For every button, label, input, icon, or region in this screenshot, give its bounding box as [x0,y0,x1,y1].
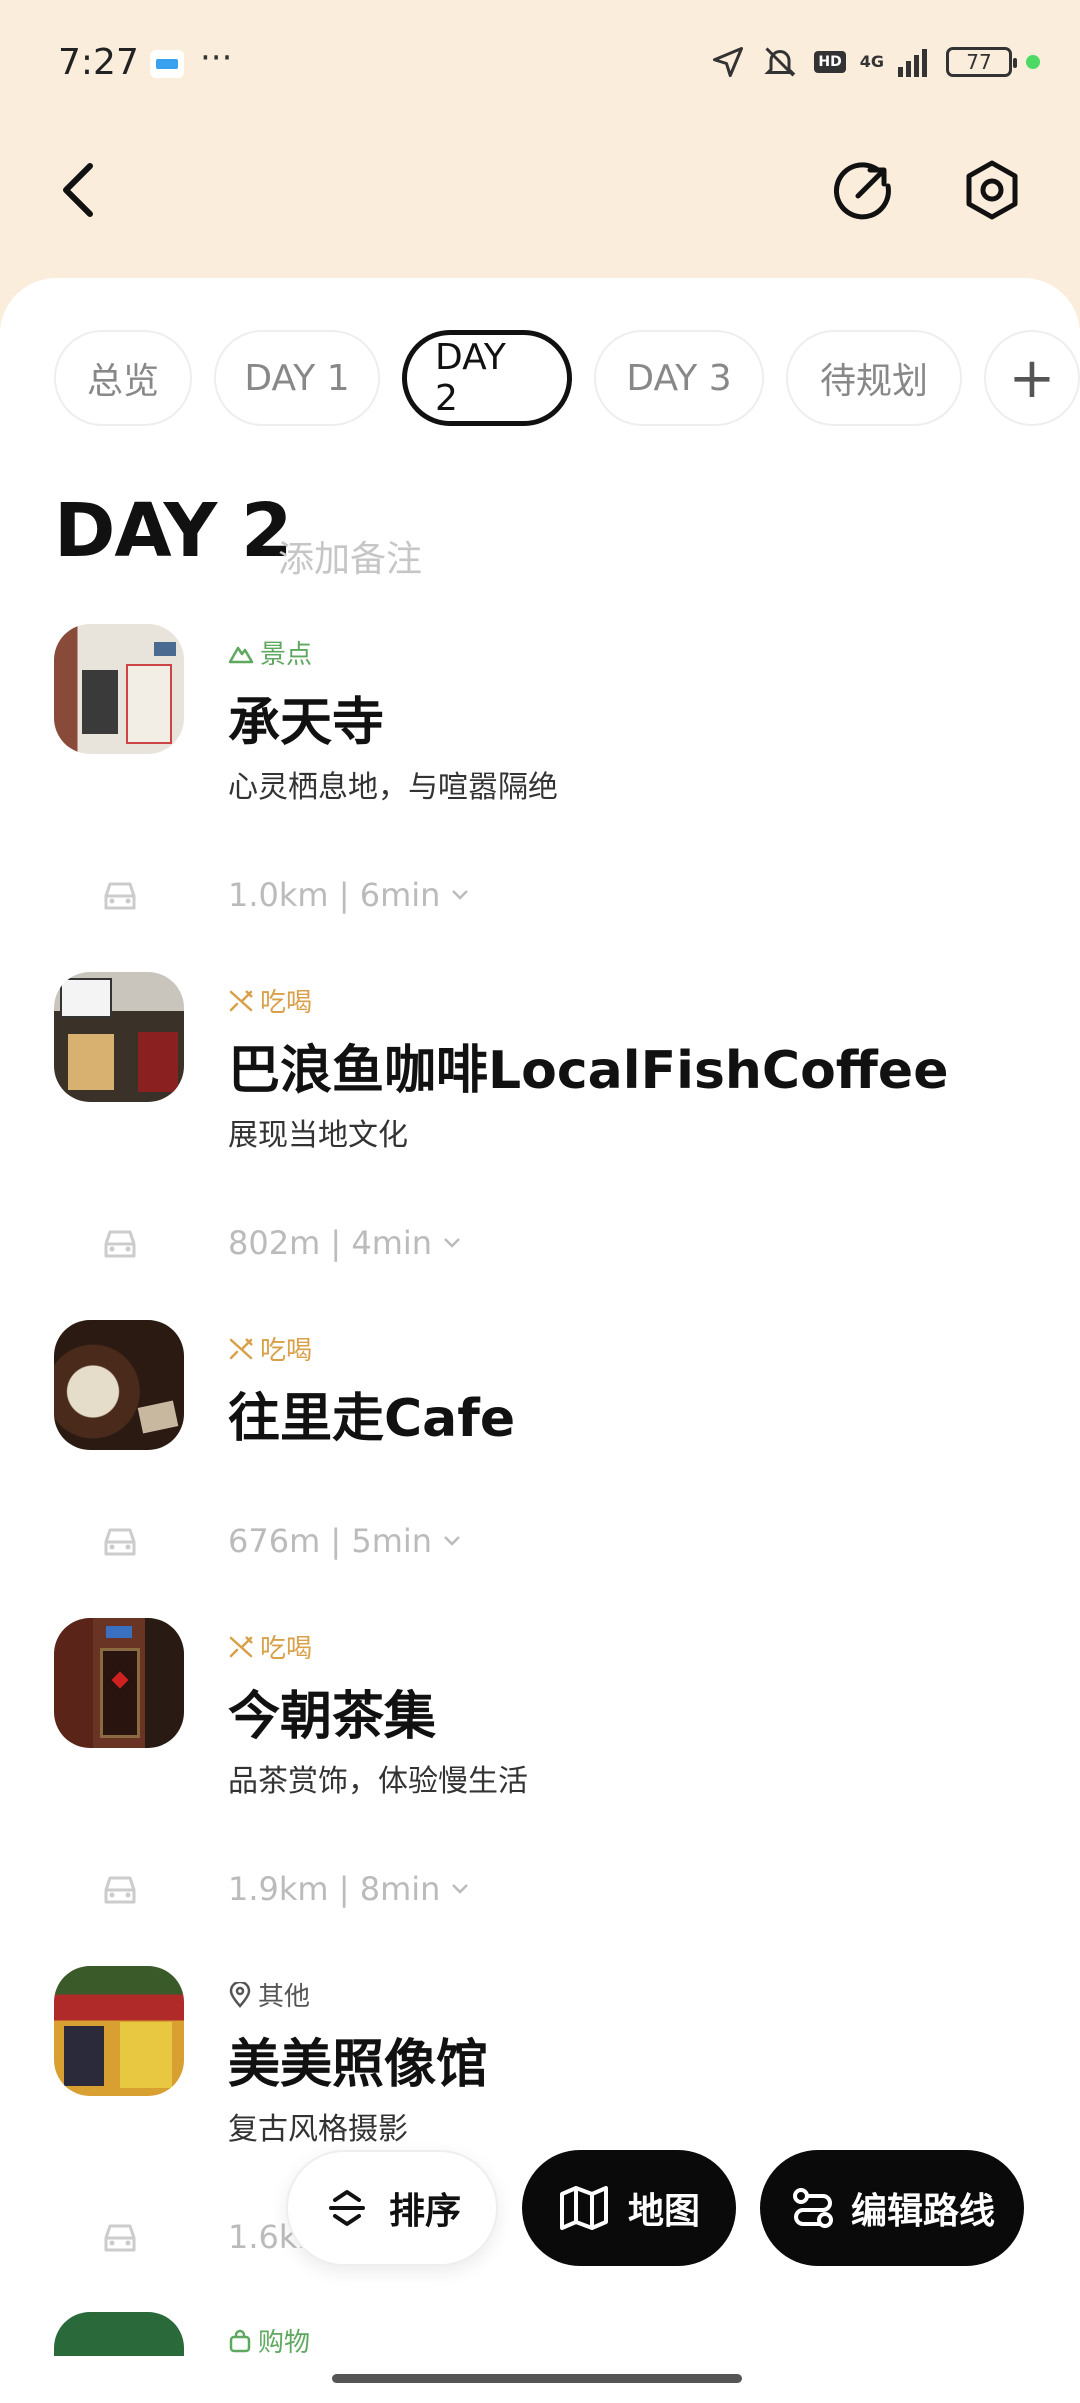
route-segment[interactable]: 1.0km | 6min [0,872,1080,922]
tab-day-1[interactable]: DAY 1 [214,330,380,426]
car-icon [104,1230,136,1258]
place-photo [54,1320,184,1450]
car-icon [104,882,136,910]
network-type: 4G [859,52,884,71]
category-tag: 吃喝 [228,982,312,1019]
route-distance-time: 676m | 5min [228,1522,433,1560]
chevron-down-icon [444,1238,460,1248]
edit-route-button[interactable]: 编辑路线 [760,2150,1024,2266]
place-photo [54,1618,184,1748]
battery-icon: 77 [946,47,1017,77]
status-time: 7:27 [58,42,139,83]
chevron-down-icon [452,1884,469,1894]
add-day-button[interactable]: + [984,330,1080,426]
car-icon [104,1528,136,1556]
car-icon [104,1876,136,1904]
plus-icon: + [1008,345,1056,411]
chevron-down-icon [452,890,469,900]
map-icon [559,2186,608,2230]
category-tag: 吃喝 [228,1330,312,1367]
list-item[interactable]: 景点 承天寺 心灵栖息地，与喧嚣隔绝 [0,624,1080,805]
place-name: 巴浪鱼咖啡LocalFishCoffee [228,1041,949,1101]
utensils-icon [229,1635,253,1657]
place-name: 承天寺 [228,693,385,753]
category-tag: 其他 [228,1976,310,2013]
route-segment[interactable]: 1.9km | 8min [0,1866,1080,1916]
status-bar: 7:27 ··· HD 4G 77 [0,0,1080,128]
location-pin-icon [229,1981,251,2008]
hd-icon: HD [814,51,846,73]
page-title: DAY 2 [54,488,292,574]
edit-route-label: 编辑路线 [850,2191,995,2232]
vibrate-mute-icon [764,47,797,77]
category-tag: 景点 [228,634,312,671]
tab-to-plan[interactable]: 待规划 [786,330,962,426]
list-item[interactable]: 吃喝 今朝茶集 品茶赏饰，体验慢生活 [0,1618,1080,1799]
location-arrow-icon [713,47,744,77]
category-tag: 吃喝 [228,1628,312,1665]
place-name: 美美照像馆 [228,2035,489,2095]
place-photo [54,624,184,754]
category-label: 景点 [260,640,313,670]
privacy-indicator-dot [1026,55,1040,69]
category-label: 其他 [258,1982,311,2012]
route-distance-time: 802m | 4min [228,1224,433,1262]
utensils-icon [229,1337,253,1359]
back-arrow-icon[interactable] [52,160,102,220]
mountain-icon [228,646,254,663]
sort-icon [328,2190,365,2226]
settings-icon[interactable] [960,158,1024,222]
tab-day-3[interactable]: DAY 3 [594,330,764,426]
list-item[interactable]: 其他 美美照像馆 复古风格摄影 [0,1966,1080,2147]
shopping-bag-icon [229,2329,251,2352]
place-photo [54,972,184,1102]
car-icon [104,2224,136,2252]
list-item[interactable]: 吃喝 巴浪鱼咖啡LocalFishCoffee 展现当地文化 [0,972,1080,1153]
notification-app-icon [150,50,184,78]
route-segment[interactable]: 676m | 5min [0,1518,1080,1568]
more-notifications-indicator: ··· [200,38,233,78]
place-description: 品茶赏饰，体验慢生活 [228,1764,528,1799]
list-item[interactable]: 吃喝 往里走Cafe [0,1320,1080,1460]
route-edit-icon [792,2188,833,2228]
category-label: 购物 [258,2328,311,2356]
chevron-down-icon [444,1536,460,1546]
place-description: 复古风格摄影 [228,2112,408,2147]
route-segment[interactable]: 802m | 4min [0,1220,1080,1270]
signal-icon [898,49,927,77]
list-item[interactable]: 购物 [0,2312,1080,2356]
place-description: 心灵栖息地，与喧嚣隔绝 [228,770,558,805]
map-label: 地图 [627,2191,700,2232]
tab-day-2[interactable]: DAY 2 [402,330,572,426]
utensils-icon [229,989,253,1011]
place-description: 展现当地文化 [228,1118,408,1153]
sort-label: 排序 [388,2191,461,2232]
battery-level: 77 [966,50,992,74]
place-photo [54,1966,184,2096]
category-label: 吃喝 [260,988,313,1018]
share-icon[interactable] [832,158,896,222]
place-name: 往里走Cafe [228,1389,516,1449]
place-name: 今朝茶集 [228,1687,437,1747]
category-label: 吃喝 [260,1336,313,1366]
route-distance-time: 1.9km | 8min [228,1870,441,1908]
category-label: 吃喝 [260,1634,313,1664]
day-tabs: 总览 DAY 1 DAY 2 DAY 3 待规划 + [54,330,1080,426]
category-tag: 购物 [228,2322,310,2356]
route-distance-time: 1.0km | 6min [228,876,441,914]
add-note-field[interactable]: 添加备注 [278,530,422,582]
map-button[interactable]: 地图 [522,2150,736,2266]
home-indicator[interactable] [332,2374,742,2383]
tab-overview[interactable]: 总览 [54,330,192,426]
place-photo [54,2312,184,2356]
sort-button[interactable]: 排序 [286,2150,498,2266]
